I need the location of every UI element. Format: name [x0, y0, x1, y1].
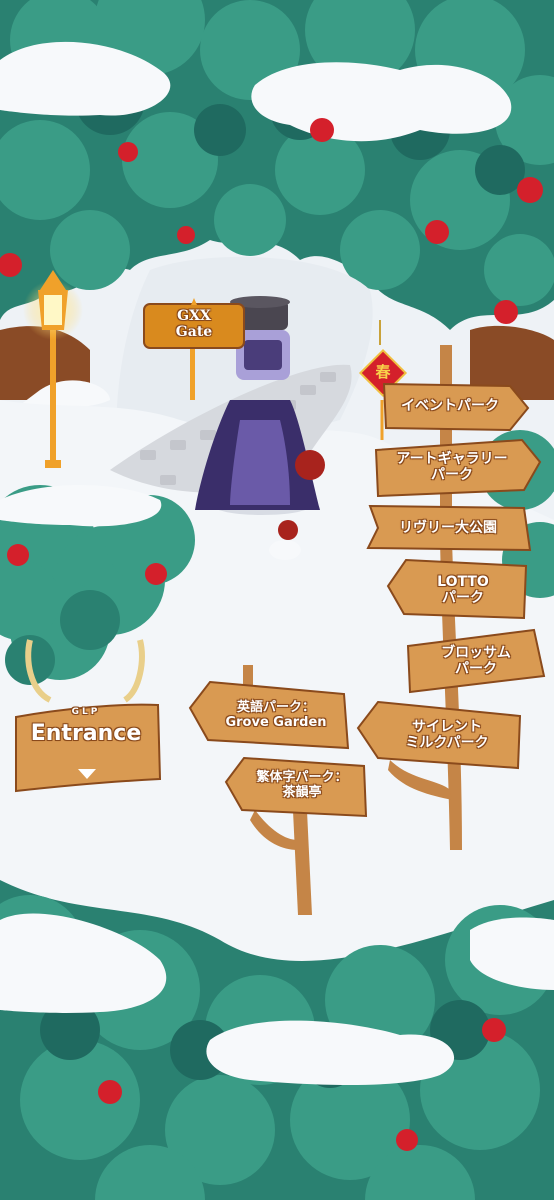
sign-traditional-chinese-park[interactable]: 繁体字パーク： 茶韻亭 [224, 752, 370, 820]
sign-silent-milk-park[interactable]: サイレント ミルクパーク [356, 696, 524, 774]
sign-event-park[interactable]: イベントパーク [380, 378, 530, 434]
entrance-sign-board [15, 703, 162, 793]
gate-sign[interactable]: GXX Gate [142, 298, 246, 350]
sign-lotto-park[interactable]: LOTTO パーク [386, 556, 530, 624]
gate-sign-board [143, 298, 245, 349]
star-icon [191, 298, 197, 305]
sign-english-park[interactable]: 英語パーク： Grove Garden [188, 678, 352, 754]
entrance-sign[interactable]: GLP Entrance [10, 695, 162, 799]
sign-livly-park[interactable]: リヴリー大公園 [364, 502, 532, 554]
sign-blossom-park[interactable]: ブロッサム パーク [404, 626, 548, 696]
sign-art-gallery-park[interactable]: アートギャラリー パーク [372, 436, 542, 498]
